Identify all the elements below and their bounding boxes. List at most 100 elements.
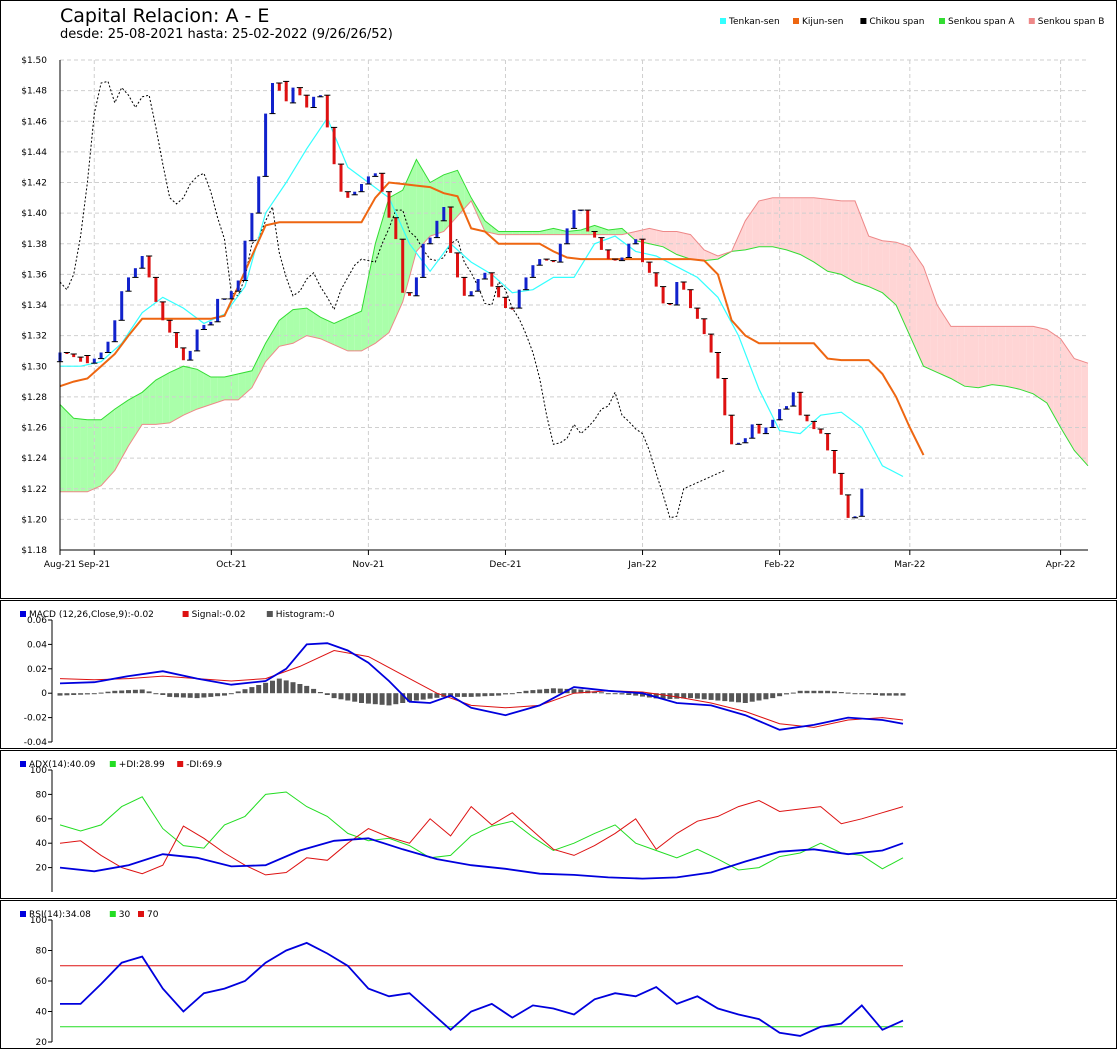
senkouA-legend-label: Senkou span A — [948, 17, 1015, 27]
candle-body — [92, 358, 96, 364]
cloud-segment — [231, 373, 239, 400]
y-tick-label: 0.06 — [27, 616, 47, 626]
histogram-bar — [831, 691, 837, 694]
chart-subtitle: desde: 25-08-2021 hasta: 25-02-2022 (9/2… — [60, 27, 393, 42]
cloud-segment — [1040, 327, 1047, 403]
price-tick-label: $1.22 — [21, 485, 47, 495]
histogram-bar — [249, 687, 255, 694]
candle-body — [380, 173, 384, 192]
cloud-segment — [197, 369, 204, 410]
histogram-bar — [372, 693, 378, 705]
candle-body — [695, 308, 699, 319]
histogram-bar — [749, 693, 755, 702]
histogram-bar — [523, 690, 529, 694]
rsi30-legend-label: 30 — [119, 910, 131, 920]
histogram-bar — [112, 690, 118, 694]
candle-body — [85, 355, 89, 364]
histogram-bar — [365, 693, 371, 704]
histogram-bar — [194, 693, 200, 699]
candle-body — [462, 277, 466, 296]
price-tick-label: $1.50 — [21, 56, 47, 66]
histogram-bar — [475, 693, 481, 697]
cloud-segment — [340, 317, 348, 351]
cloud-segment — [334, 320, 341, 348]
candle-body — [682, 282, 686, 290]
price-tick-label: $1.42 — [21, 179, 47, 189]
date-tick-label: Nov-21 — [352, 560, 384, 570]
cloud-segment — [930, 285, 938, 373]
y-tick-label: -0.02 — [24, 714, 47, 724]
histogram-bar — [886, 693, 892, 696]
y-tick-label: -0.04 — [24, 738, 48, 748]
histogram-bar — [256, 685, 262, 694]
tenkan-legend-label: Tenkan-sen — [728, 17, 780, 27]
cloud-segment — [169, 369, 177, 423]
histogram-bar — [160, 693, 166, 695]
histogram-bar — [132, 689, 138, 694]
tenkan-legend-swatch — [720, 18, 726, 24]
histogram-bar — [324, 693, 330, 695]
histogram-bar — [811, 690, 817, 694]
histogram-bar — [694, 693, 700, 699]
histogram-bar — [777, 693, 783, 697]
histogram-bar — [153, 693, 159, 695]
plusDI-legend-label: +DI:28.99 — [119, 760, 165, 770]
cloud-segment — [1053, 334, 1061, 428]
histogram-bar — [78, 693, 84, 695]
y-tick-label: 0.02 — [27, 665, 47, 675]
y-tick-label: 60 — [36, 977, 48, 987]
histogram-bar — [722, 693, 728, 702]
candle-body — [99, 352, 103, 359]
cloud-segment — [649, 228, 657, 246]
candle-body — [147, 256, 151, 278]
cloud-segment — [293, 308, 300, 344]
histogram-bar — [413, 693, 419, 701]
candle-body — [140, 256, 144, 269]
candle-body — [79, 357, 83, 362]
cloud-segment — [759, 199, 766, 247]
kijun-legend-swatch — [793, 18, 799, 24]
plusDI-line — [59, 791, 904, 871]
cloud-segment — [779, 197, 787, 250]
y-tick-label: 60 — [36, 815, 48, 825]
histogram-bar — [612, 693, 618, 695]
cloud-segment — [409, 159, 417, 277]
histogram-bar — [228, 693, 234, 695]
cloud-segment — [162, 372, 170, 424]
cloud-segment — [683, 233, 691, 260]
y-tick-label: 100 — [30, 916, 47, 926]
signal-legend-swatch — [182, 611, 189, 617]
price-tick-label: $1.38 — [21, 240, 47, 250]
histogram-bar — [729, 693, 735, 702]
candle-body — [839, 473, 843, 495]
cloud-segment — [149, 380, 156, 425]
histogram-bar — [304, 685, 310, 694]
candle-body — [291, 87, 295, 103]
candle-body — [421, 243, 425, 278]
candle-body — [469, 291, 473, 296]
candle-body — [778, 409, 782, 420]
kijun-legend-label: Kijun-sen — [802, 17, 844, 27]
candle-body — [250, 213, 254, 241]
histogram-bar — [715, 693, 721, 701]
candle-body — [476, 279, 480, 292]
price-tick-label: $1.20 — [21, 515, 47, 525]
price-tick-label: $1.40 — [21, 209, 47, 219]
histogram-bar — [537, 689, 543, 694]
candle-body — [730, 415, 734, 445]
candle-body — [264, 113, 268, 177]
histogram-bar — [770, 693, 776, 699]
date-tick-label: Feb-22 — [764, 560, 795, 570]
histogram-bar — [98, 692, 104, 694]
histogram-bar — [215, 693, 221, 697]
histogram-bar — [790, 692, 796, 694]
candle-body — [661, 286, 665, 304]
price-tick-label: $1.44 — [21, 148, 47, 158]
histogram-bar — [276, 678, 282, 694]
candle-body — [689, 289, 692, 309]
candle-body — [497, 286, 501, 298]
y-tick-label: 100 — [30, 766, 47, 776]
cloud-segment — [793, 197, 801, 255]
candle-body — [709, 334, 713, 353]
candle-body — [332, 127, 336, 165]
